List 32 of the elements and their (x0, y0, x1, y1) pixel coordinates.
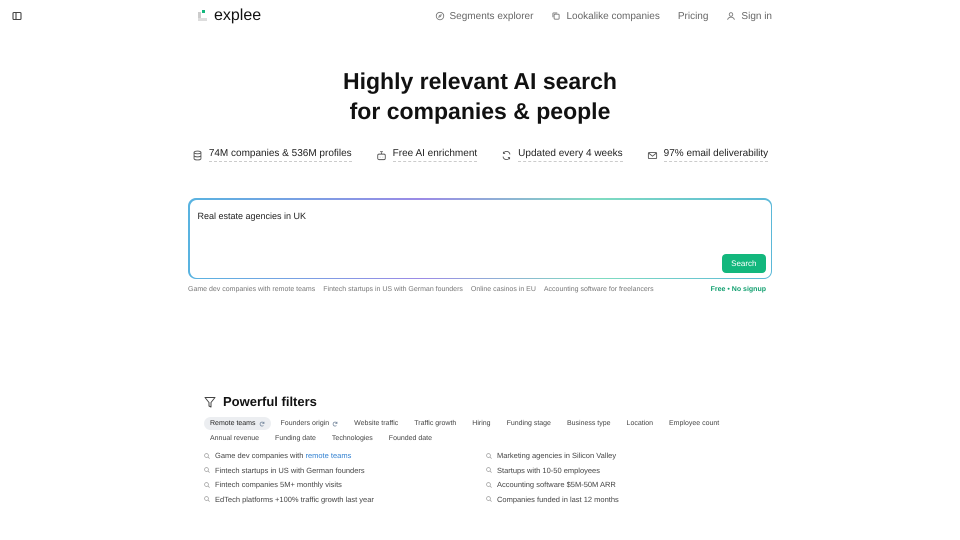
refresh-icon (258, 420, 265, 426)
search-icon (486, 482, 492, 488)
search-icon (486, 452, 492, 458)
filter-icon (204, 396, 216, 408)
logo-text[interactable]: explee (214, 7, 262, 25)
feature-text: 74M companies & 536M profiles (208, 148, 352, 162)
user-icon (726, 11, 736, 21)
search-icon (204, 467, 210, 473)
refresh-icon (501, 150, 512, 160)
logo-icon (198, 10, 210, 22)
search-icon (204, 496, 210, 502)
feature-text: Free AI enrichment (392, 148, 478, 162)
compass-icon (434, 11, 445, 21)
mail-icon (646, 150, 658, 160)
search-icon (204, 482, 210, 488)
copy-icon (551, 11, 562, 21)
feature-text: 97% email deliverability (664, 148, 768, 162)
search-icon (486, 496, 492, 502)
search-icon (486, 467, 492, 473)
refresh-icon (332, 420, 338, 426)
feature-text: Updated every 4 weeks (518, 148, 623, 162)
search-box[interactable]: Real estate agencies in UK Search (188, 198, 772, 279)
robot-icon (376, 150, 387, 160)
search-icon (204, 452, 210, 458)
hero-title: Highly relevant AI search for companies & people (342, 67, 618, 126)
nav-link[interactable]: Lookalike companies (551, 10, 660, 22)
nav-link[interactable]: Sign in (726, 10, 772, 22)
nav-link[interactable]: Segments explorer (434, 10, 534, 22)
section-title: Powerful filters (223, 394, 317, 409)
database-icon (192, 150, 203, 160)
sidebar-toggle-icon[interactable] (10, 9, 24, 23)
nav-link[interactable]: Pricing (678, 10, 708, 22)
